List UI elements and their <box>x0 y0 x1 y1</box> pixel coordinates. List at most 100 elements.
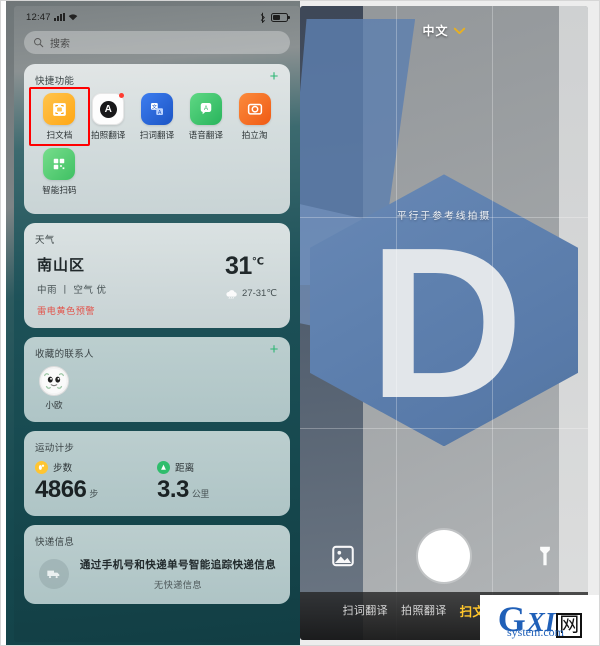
camera-screen: D 中文 平行于参考线拍摄 扫词翻译 拍照翻译 扫文档 <box>300 6 588 640</box>
favorite-contacts-add-button[interactable]: + <box>268 342 280 357</box>
camera-controls <box>300 520 588 592</box>
chevron-down-icon <box>453 27 466 34</box>
bluetooth-icon <box>260 12 265 23</box>
document-scan-icon <box>43 93 76 125</box>
wifi-icon <box>68 14 78 21</box>
tab-word-translate[interactable]: 扫词翻译 <box>342 602 388 618</box>
distance-icon <box>157 460 170 474</box>
photo-translate-icon: A <box>92 93 125 125</box>
weather-separator: 丨 <box>60 285 71 296</box>
steps-count-head: 步数 <box>35 460 157 474</box>
weather-city: 南山区 <box>37 257 86 274</box>
contact-item[interactable]: 小欧 <box>39 366 69 411</box>
gallery-icon[interactable] <box>330 543 356 569</box>
favorite-contacts-list: 小欧 <box>35 366 279 411</box>
quick-function-label: 拍立淘 <box>241 130 268 140</box>
steps-count-label: 步数 <box>53 463 73 474</box>
quick-functions-card: 快捷功能 + 扫文档 A 拍照翻译 文 A 扫词翻译 A 语音翻译 拍立淘 智能… <box>24 64 290 214</box>
quick-functions-title: 快捷功能 <box>35 76 75 87</box>
weather-temp-unit: ℃ <box>251 256 264 268</box>
express-text: 通过手机号和快递单号智能追踪快递信息 无快递信息 <box>79 558 277 591</box>
battery-icon <box>271 12 290 22</box>
express-description: 通过手机号和快递单号智能追踪快递信息 <box>79 558 277 571</box>
watermark-sub: system.com <box>507 625 564 639</box>
weather-condition-line: 中雨 丨 空气 优 <box>37 282 106 296</box>
quick-function-label: 语音翻译 <box>188 130 223 140</box>
quick-functions-grid: 扫文档 A 拍照翻译 文 A 扫词翻译 A 语音翻译 拍立淘 智能扫码 <box>29 87 279 203</box>
status-bar: 12:47 <box>14 6 300 28</box>
watermark: G XI 网 system.com <box>480 595 600 646</box>
quick-function-label: 拍照翻译 <box>91 130 126 140</box>
notification-badge <box>119 93 125 98</box>
express-title: 快递信息 <box>35 536 75 548</box>
weather-range-row: 27-31℃ <box>225 288 277 299</box>
weather-body: 南山区 中雨 丨 空气 优 雷电黄色预警 31℃ 27-31℃ <box>35 252 279 317</box>
viewfinder-hint: 平行于参考线拍摄 <box>396 211 492 222</box>
language-selector[interactable]: 中文 <box>422 22 466 39</box>
favorite-contacts-title: 收藏的联系人 <box>35 349 94 360</box>
steps-metric-count: 步数 4866 步 <box>35 460 157 505</box>
search-placeholder: 搜索 <box>50 39 70 50</box>
signal-bars-icon <box>53 13 65 21</box>
steps-distance-value-row: 3.3 公里 <box>157 476 279 505</box>
delivery-truck-icon <box>39 559 69 590</box>
camera-shop-icon <box>238 93 271 125</box>
svg-text:A: A <box>204 106 208 112</box>
weather-card[interactable]: 天气 南山区 中雨 丨 空气 优 雷电黄色预警 31℃ 27-31℃ <box>24 223 290 328</box>
quick-function-scan-document[interactable]: 扫文档 <box>29 87 90 146</box>
steps-distance-value: 3.3 <box>157 476 189 503</box>
weather-condition: 中雨 <box>37 285 58 296</box>
svg-text:A: A <box>158 110 162 116</box>
steps-distance-unit: 公里 <box>191 489 210 499</box>
steps-title: 运动计步 <box>35 443 75 454</box>
express-card[interactable]: 快递信息 通过手机号和快递单号智能追踪快递信息 无快递信息 <box>24 524 290 605</box>
voice-translate-icon: A <box>189 93 222 125</box>
steps-count-value: 4866 <box>35 476 87 503</box>
steps-count-value-row: 4866 步 <box>35 476 157 505</box>
cloud-rain-icon <box>226 289 237 299</box>
footprint-icon <box>35 460 48 474</box>
weather-alert: 雷电黄色预警 <box>37 306 96 316</box>
quick-function-label: 扫文档 <box>46 130 73 140</box>
status-time: 12:47 <box>26 11 51 23</box>
left-phone-screen: 12:47 搜索 快捷功能 + 扫文档 A 拍照翻译 文 A 扫词翻译 A 语音… <box>14 6 300 642</box>
favorite-contacts-card: 收藏的联系人 + 小欧 <box>24 337 290 422</box>
contact-name: 小欧 <box>45 400 63 410</box>
steps-count-unit: 步 <box>89 489 98 499</box>
status-bar-right <box>258 12 290 23</box>
language-label: 中文 <box>422 24 449 38</box>
quick-function-voice-translate[interactable]: A 语音翻译 <box>181 93 230 141</box>
weather-right: 31℃ 27-31℃ <box>225 254 277 300</box>
quick-function-camera-shop[interactable]: 拍立淘 <box>230 93 279 141</box>
quick-function-label: 智能扫码 <box>42 185 77 195</box>
tab-photo-translate[interactable]: 拍照翻译 <box>401 602 447 618</box>
express-body: 通过手机号和快递单号智能追踪快递信息 无快递信息 <box>35 554 279 593</box>
quick-function-word-translate[interactable]: 文 A 扫词翻译 <box>133 93 182 141</box>
shutter-button[interactable] <box>418 530 470 582</box>
avatar <box>39 366 69 396</box>
steps-metric-distance: 距离 3.3 公里 <box>157 460 279 505</box>
search-icon <box>34 38 44 48</box>
quick-function-label: 扫词翻译 <box>139 130 175 140</box>
quick-function-qr-scan[interactable]: 智能扫码 <box>35 148 84 196</box>
search-input[interactable]: 搜索 <box>24 31 290 54</box>
qr-scan-icon <box>43 148 76 180</box>
screenshot-root: 12:47 搜索 快捷功能 + 扫文档 A 拍照翻译 文 A 扫词翻译 A 语音… <box>0 0 600 646</box>
quick-functions-add-button[interactable]: + <box>268 69 280 84</box>
quick-function-photo-translate[interactable]: A 拍照翻译 <box>84 93 133 141</box>
steps-distance-label: 距离 <box>175 463 195 474</box>
weather-range: 27-31℃ <box>242 288 277 299</box>
weather-temperature: 31℃ <box>225 254 277 279</box>
weather-temp-value: 31 <box>225 252 252 280</box>
express-empty-text: 无快递信息 <box>154 580 202 591</box>
weather-left: 南山区 中雨 丨 空气 优 雷电黄色预警 <box>37 254 106 317</box>
left-phone-panel: 12:47 搜索 快捷功能 + 扫文档 A 拍照翻译 文 A 扫词翻译 A 语音… <box>0 0 300 646</box>
weather-air-quality: 空气 优 <box>73 285 107 296</box>
steps-distance-head: 距离 <box>157 460 279 474</box>
flashlight-icon[interactable] <box>532 543 558 569</box>
word-translate-icon: 文 A <box>140 93 173 125</box>
steps-card[interactable]: 运动计步 步数 4866 步 距离 3.3 公里 <box>24 431 290 516</box>
status-bar-left: 12:47 <box>26 12 78 23</box>
weather-title: 天气 <box>35 235 55 246</box>
right-phone-panel: D 中文 平行于参考线拍摄 扫词翻译 拍照翻译 扫文档 <box>300 0 600 646</box>
